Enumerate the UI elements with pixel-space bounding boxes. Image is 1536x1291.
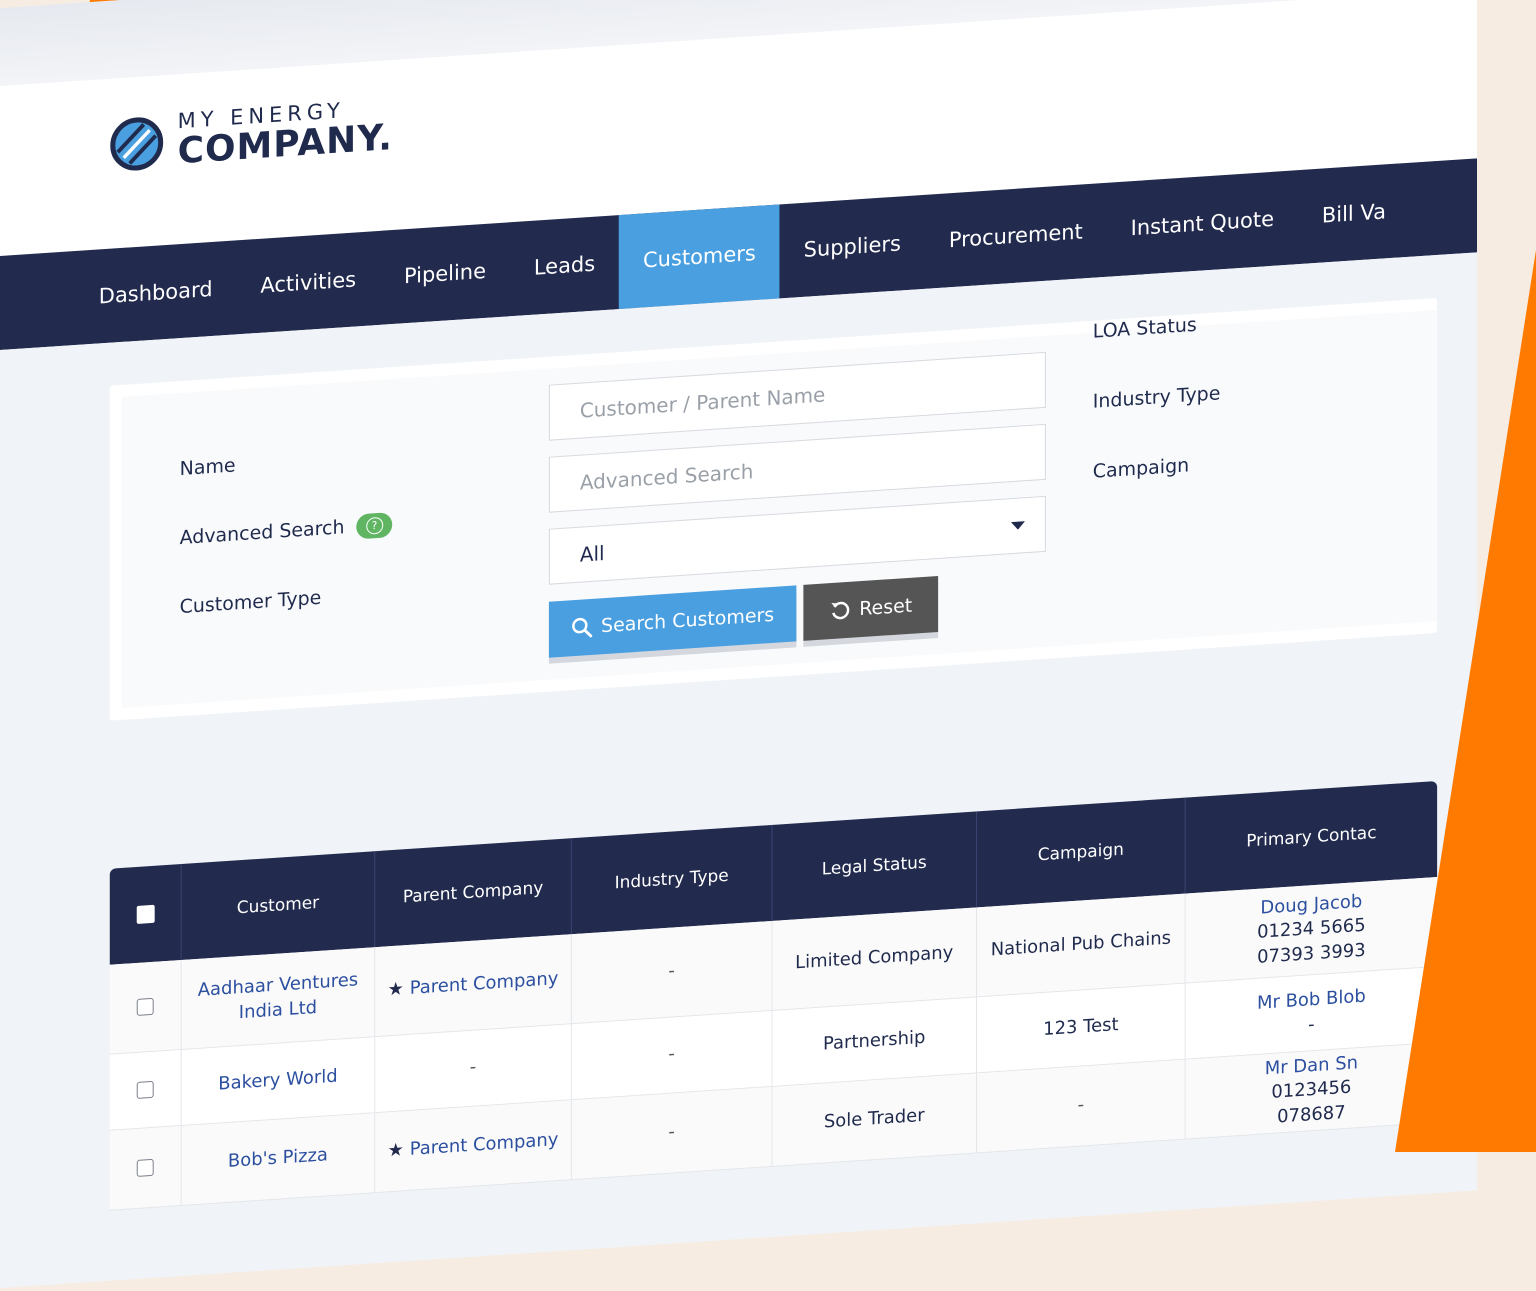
search-icon xyxy=(572,617,593,638)
row-checkbox[interactable] xyxy=(136,1158,154,1177)
app-screenshot: MY ENERGY COMPANY. Dashboard Activities … xyxy=(0,0,1533,1291)
logo-icon xyxy=(110,116,164,171)
parent-company-text: Parent Company xyxy=(409,968,559,1000)
help-icon[interactable]: ? xyxy=(356,512,393,540)
column-header-customer[interactable]: Customer xyxy=(181,851,376,960)
reset-button-label: Reset xyxy=(859,594,913,621)
nav-item-bill-validation[interactable]: Bill Va xyxy=(1298,163,1410,264)
contact-phone: - xyxy=(1308,1013,1315,1035)
select-all-cell xyxy=(109,863,182,965)
legal-status-cell: Limited Company xyxy=(772,907,978,1010)
search-button-label: Search Customers xyxy=(601,603,775,638)
column-header-campaign[interactable]: Campaign xyxy=(977,797,1186,908)
industry-type-cell: - xyxy=(571,1086,773,1180)
nav-item-instant-quote[interactable]: Instant Quote xyxy=(1107,170,1298,277)
customer-type-value: All xyxy=(579,541,605,567)
contact-phone: 078687 xyxy=(1277,1101,1346,1128)
nav-item-procurement[interactable]: Procurement xyxy=(925,183,1107,289)
customer-link[interactable]: Bakery World xyxy=(181,1037,376,1125)
parent-company-cell: - xyxy=(375,1024,572,1113)
column-header-parent-company[interactable]: Parent Company xyxy=(375,838,572,948)
nav-item-suppliers[interactable]: Suppliers xyxy=(780,195,925,299)
nav-item-leads[interactable]: Leads xyxy=(510,215,619,316)
nav-item-pipeline[interactable]: Pipeline xyxy=(380,222,510,325)
industry-type-cell: - xyxy=(571,920,773,1024)
star-icon: ★ xyxy=(387,1139,404,1162)
legal-status-cell: Partnership xyxy=(772,997,978,1086)
campaign-cell: National Pub Chains xyxy=(977,893,1186,997)
customer-link[interactable]: Bob's Pizza xyxy=(181,1113,376,1205)
column-header-legal-status[interactable]: Legal Status xyxy=(772,811,978,921)
primary-contact-cell: Doug Jacob 01234 5665 07393 3993 xyxy=(1186,877,1437,983)
row-checkbox[interactable] xyxy=(136,1080,154,1099)
row-checkbox[interactable] xyxy=(136,997,154,1016)
campaign-cell: 123 Test xyxy=(977,983,1186,1073)
campaign-cell: - xyxy=(977,1059,1186,1153)
parent-company-link[interactable]: ★ Parent Company xyxy=(375,934,572,1037)
reset-button[interactable]: Reset xyxy=(803,575,939,641)
select-all-checkbox[interactable] xyxy=(136,904,155,924)
parent-company-text: Parent Company xyxy=(409,1129,559,1161)
name-label: Name xyxy=(179,454,236,481)
nav-item-dashboard[interactable]: Dashboard xyxy=(75,240,237,345)
star-icon: ★ xyxy=(387,978,404,1001)
contact-link[interactable]: Mr Bob Blob xyxy=(1257,985,1366,1016)
industry-type-cell: - xyxy=(571,1010,773,1100)
parent-company-link[interactable]: ★ Parent Company xyxy=(375,1100,572,1193)
column-header-industry-type[interactable]: Industry Type xyxy=(571,824,773,935)
chevron-down-icon xyxy=(1010,521,1025,531)
undo-icon xyxy=(831,601,850,620)
column-header-primary-contact[interactable]: Primary Contac xyxy=(1186,781,1437,894)
app-window: MY ENERGY COMPANY. Dashboard Activities … xyxy=(0,0,1478,1291)
nav-item-customers[interactable]: Customers xyxy=(619,204,780,310)
legal-status-cell: Sole Trader xyxy=(772,1073,978,1166)
customer-link[interactable]: Aadhaar Ventures India Ltd xyxy=(181,947,376,1049)
nav-item-activities[interactable]: Activities xyxy=(236,231,380,334)
